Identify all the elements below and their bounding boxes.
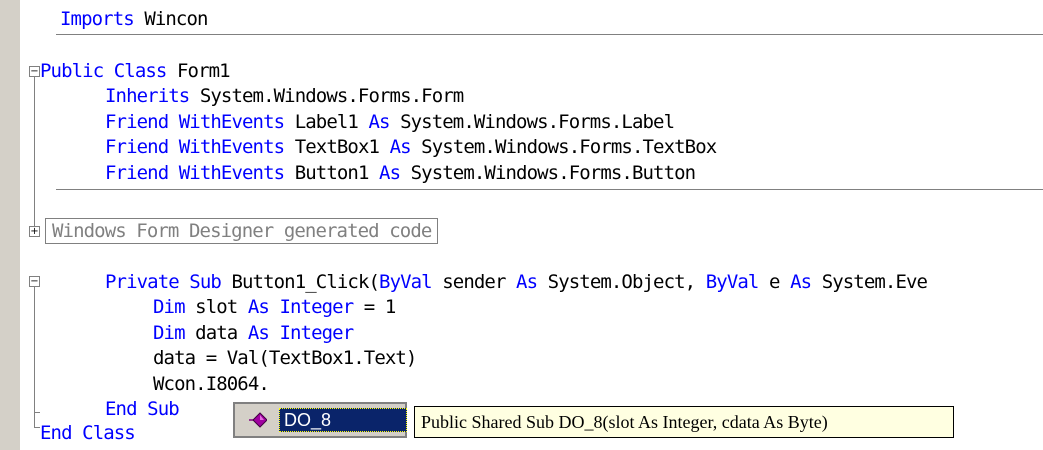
keyword: End Sub [105, 398, 180, 420]
outline-line [34, 412, 40, 413]
keyword: As [516, 271, 538, 293]
keyword: Dim [153, 296, 186, 318]
editor-margin [0, 0, 20, 450]
code-text: Label1 [284, 111, 369, 133]
keyword: As [790, 271, 812, 293]
code-line-dim-data: Dim data As Integer [153, 320, 354, 346]
keyword: As [379, 162, 401, 184]
code-line-imports: Imports Wincon [60, 6, 208, 32]
code-text: System.Object, [537, 271, 706, 293]
collapse-class-toggle[interactable]: − [29, 66, 40, 77]
code-line-label-decl: Friend WithEvents Label1 As System.Windo… [105, 109, 675, 135]
code-text: System.Windows.Forms.Button [400, 162, 696, 184]
keyword: Friend WithEvents [105, 136, 285, 158]
code-editor[interactable]: Imports Wincon − Public Class Form1 Inhe… [20, 0, 1043, 450]
code-text: System.Windows.Forms.Form [189, 85, 464, 107]
keyword: Friend WithEvents [105, 162, 285, 184]
code-line-textbox-decl: Friend WithEvents TextBox1 As System.Win… [105, 134, 717, 160]
keyword: Imports [60, 8, 135, 30]
code-line-sub-decl: Private Sub Button1_Click(ByVal sender A… [105, 269, 928, 295]
code-line-end-sub: End Sub [105, 396, 180, 422]
outline-line [34, 287, 35, 427]
collapse-sub-toggle[interactable]: − [29, 276, 40, 287]
code-line-wcon-call: Wcon.I8064. [153, 373, 270, 395]
code-text: System.Windows.Forms.TextBox [410, 136, 717, 158]
collapsed-region[interactable]: Windows Form Designer generated code [45, 218, 439, 244]
outline-line [34, 77, 35, 229]
intellisense-list[interactable]: DO_8 [233, 402, 407, 438]
code-line-inherits: Inherits System.Windows.Forms.Form [105, 83, 464, 109]
keyword: ByVal [379, 271, 433, 293]
signature-tooltip: Public Shared Sub DO_8(slot As Integer, … [414, 406, 954, 438]
keyword: Dim [153, 322, 186, 344]
keyword: As [368, 111, 390, 133]
keyword: ByVal [705, 271, 760, 293]
keyword: Private Sub [105, 271, 222, 293]
keyword: Public Class [40, 60, 167, 82]
code-line-end-class: End Class [40, 420, 136, 446]
code-text: sender [431, 271, 517, 293]
keyword: End Class [40, 422, 136, 444]
keyword: As Integer [247, 322, 354, 344]
code-line-class-decl: Public Class Form1 [40, 58, 231, 84]
code-text: Form1 [166, 60, 231, 82]
code-text: System.Windows.Forms.Label [389, 111, 675, 133]
code-text: System.Eve [811, 271, 928, 293]
method-icon [249, 412, 267, 428]
code-text: Wincon [133, 8, 208, 30]
keyword: Friend WithEvents [105, 111, 285, 133]
code-line-dim-slot: Dim slot As Integer = 1 [153, 294, 397, 320]
code-text: slot [184, 296, 248, 318]
separator [56, 189, 1043, 190]
code-text: e [758, 271, 791, 293]
keyword: As Integer [247, 296, 354, 318]
keyword: Inherits [105, 85, 190, 107]
code-text: Button1 [284, 162, 380, 184]
expand-region-toggle[interactable]: + [29, 226, 40, 237]
code-text: data [184, 322, 248, 344]
code-line-button-decl: Friend WithEvents Button1 As System.Wind… [105, 160, 696, 186]
completion-item-label[interactable]: DO_8 [279, 408, 407, 432]
code-text: = 1 [353, 296, 397, 318]
completion-item[interactable]: DO_8 [249, 408, 407, 432]
code-line-assign: data = Val(TextBox1.Text) [153, 347, 417, 369]
code-text: TextBox1 [284, 136, 390, 158]
separator [56, 34, 1043, 35]
code-text: Button1_Click( [220, 271, 380, 293]
keyword: As [389, 136, 412, 158]
